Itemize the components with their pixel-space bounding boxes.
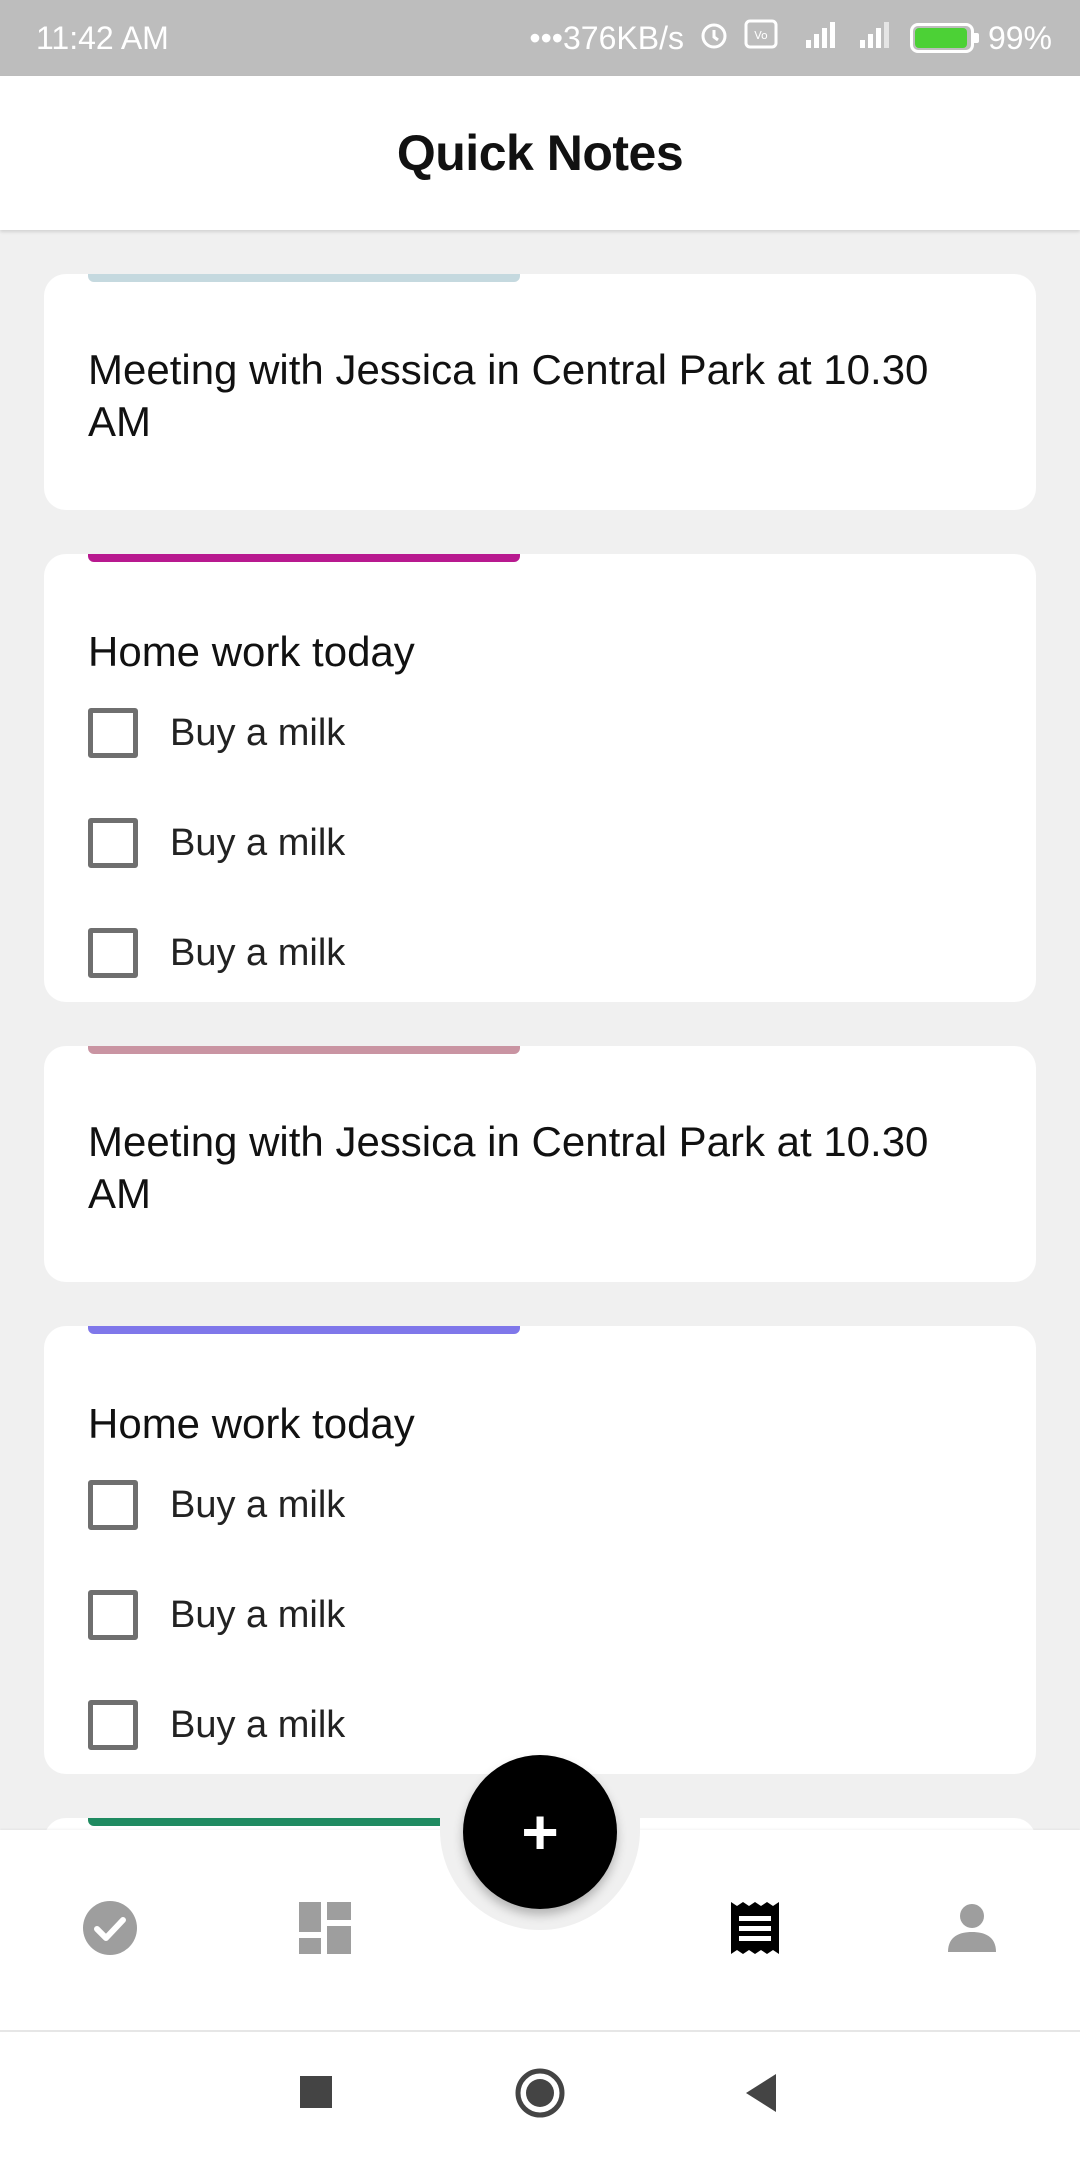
nav-profile[interactable] xyxy=(942,1900,1002,1960)
volte-icon: Vo xyxy=(744,19,778,57)
checkbox[interactable] xyxy=(88,928,138,978)
nav-tasks[interactable] xyxy=(80,1900,140,1960)
battery-level: 99% xyxy=(987,19,1052,56)
note-card[interactable]: Home work today Buy a milk Buy a milk Bu… xyxy=(44,1326,1036,1774)
checklist-item[interactable]: Buy a milk xyxy=(88,678,992,788)
checklist-item-label: Buy a milk xyxy=(170,931,346,974)
alarm-icon xyxy=(698,19,730,58)
app-bar: Quick Notes xyxy=(0,76,1080,230)
back-button[interactable] xyxy=(742,2060,782,2131)
nav-dashboard[interactable] xyxy=(295,1900,355,1960)
battery-charging-icon xyxy=(909,23,979,53)
checkbox[interactable] xyxy=(88,1700,138,1750)
note-card[interactable]: Meeting with Jessica in Central Park at … xyxy=(44,1046,1036,1282)
checklist-item[interactable]: Buy a milk xyxy=(88,1450,992,1560)
status-bar: 11:42 AM •••376KB/s Vo 99% xyxy=(0,0,1080,76)
note-accent-bar xyxy=(88,554,520,562)
recents-button[interactable] xyxy=(296,2060,336,2131)
checkbox[interactable] xyxy=(88,708,138,758)
checklist-item-label: Buy a milk xyxy=(170,821,346,864)
checklist-item[interactable]: Buy a milk xyxy=(88,898,992,1008)
checkbox[interactable] xyxy=(88,1480,138,1530)
check-circle-icon xyxy=(81,1899,139,1962)
status-time: 11:42 AM xyxy=(36,19,169,56)
recents-icon xyxy=(296,2076,336,2130)
checklist-item-label: Buy a milk xyxy=(170,711,346,754)
note-accent-bar xyxy=(88,1046,520,1054)
checklist-item-label: Buy a milk xyxy=(170,1703,346,1746)
add-icon: + xyxy=(521,1796,559,1868)
checkbox[interactable] xyxy=(88,1590,138,1640)
note-text: Meeting with Jessica in Central Park at … xyxy=(88,1118,929,1217)
notes-icon xyxy=(729,1900,781,1961)
note-title: Home work today xyxy=(88,1400,415,1447)
svg-text:Vo: Vo xyxy=(754,29,768,42)
network-speed: •••376KB/s xyxy=(529,19,684,56)
home-button[interactable] xyxy=(514,2060,566,2131)
signal-icon xyxy=(856,18,896,58)
home-icon xyxy=(514,2068,566,2130)
add-note-button[interactable]: + xyxy=(463,1755,617,1909)
checklist-item[interactable]: Buy a milk xyxy=(88,788,992,898)
back-icon xyxy=(742,2074,782,2130)
note-card[interactable]: Meeting with Jessica in Central Park at … xyxy=(44,274,1036,510)
person-icon xyxy=(946,1902,998,1959)
note-accent-bar xyxy=(88,274,520,282)
note-accent-bar xyxy=(88,1326,520,1334)
nav-notes[interactable] xyxy=(725,1900,785,1960)
note-text: Meeting with Jessica in Central Park at … xyxy=(88,346,929,445)
dashboard-icon xyxy=(299,1901,351,1959)
status-icons: •••376KB/s Vo 99% xyxy=(529,18,1052,58)
checklist-item-label: Buy a milk xyxy=(170,1593,346,1636)
page-title: Quick Notes xyxy=(396,125,684,181)
notes-list: Meeting with Jessica in Central Park at … xyxy=(44,274,1036,1818)
note-card[interactable]: Home work today Buy a milk Buy a milk Bu… xyxy=(44,554,1036,1002)
checklist-item[interactable]: Buy a milk xyxy=(88,1560,992,1670)
note-title: Home work today xyxy=(88,628,415,675)
checkbox[interactable] xyxy=(88,818,138,868)
signal-4g-icon xyxy=(792,18,842,58)
checklist-item-label: Buy a milk xyxy=(170,1483,346,1526)
